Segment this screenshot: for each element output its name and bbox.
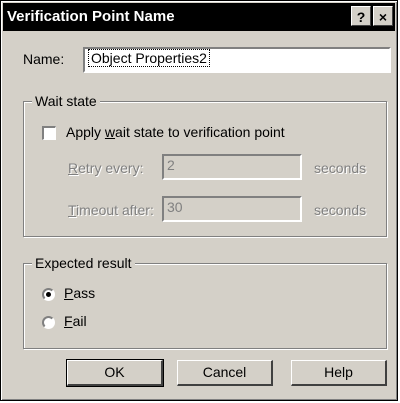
retry-every-field[interactable]: 2	[162, 154, 302, 180]
ok-button[interactable]: OK	[66, 359, 164, 387]
name-value: Object Properties2	[88, 49, 210, 67]
help-button[interactable]: Help	[291, 360, 387, 386]
window-title: Verification Point Name	[7, 8, 175, 25]
title-bar[interactable]: Verification Point Name ? ×	[3, 3, 395, 31]
pass-label[interactable]: Pass	[64, 285, 95, 301]
wait-state-group: Wait state Apply wait state to verificat…	[23, 93, 387, 237]
name-label: Name:	[23, 51, 65, 67]
pass-radio[interactable]	[42, 288, 55, 301]
fail-radio[interactable]	[42, 316, 55, 329]
timeout-after-field[interactable]: 30	[162, 196, 302, 222]
fail-label[interactable]: Fail	[64, 313, 87, 329]
expected-result-group: Expected result Pass Fail	[23, 255, 387, 349]
timeout-unit-label: seconds	[314, 202, 367, 218]
wait-state-legend: Wait state	[32, 93, 100, 109]
name-field[interactable]: Object Properties2	[83, 47, 391, 73]
apply-wait-state-label[interactable]: Apply wait state to verification point	[66, 124, 285, 140]
help-title-button[interactable]: ?	[351, 6, 371, 26]
pass-radio-dot	[46, 292, 51, 297]
expected-result-legend: Expected result	[32, 255, 135, 271]
cancel-button[interactable]: Cancel	[177, 360, 273, 386]
timeout-after-label: Timeout after:	[68, 202, 154, 218]
apply-wait-state-checkbox[interactable]	[42, 126, 56, 140]
close-button[interactable]: ×	[373, 6, 393, 26]
retry-every-label: Retry every:	[68, 160, 144, 176]
retry-unit-label: seconds	[314, 160, 367, 176]
verification-point-dialog: Verification Point Name ? × Name: Object…	[0, 0, 398, 401]
